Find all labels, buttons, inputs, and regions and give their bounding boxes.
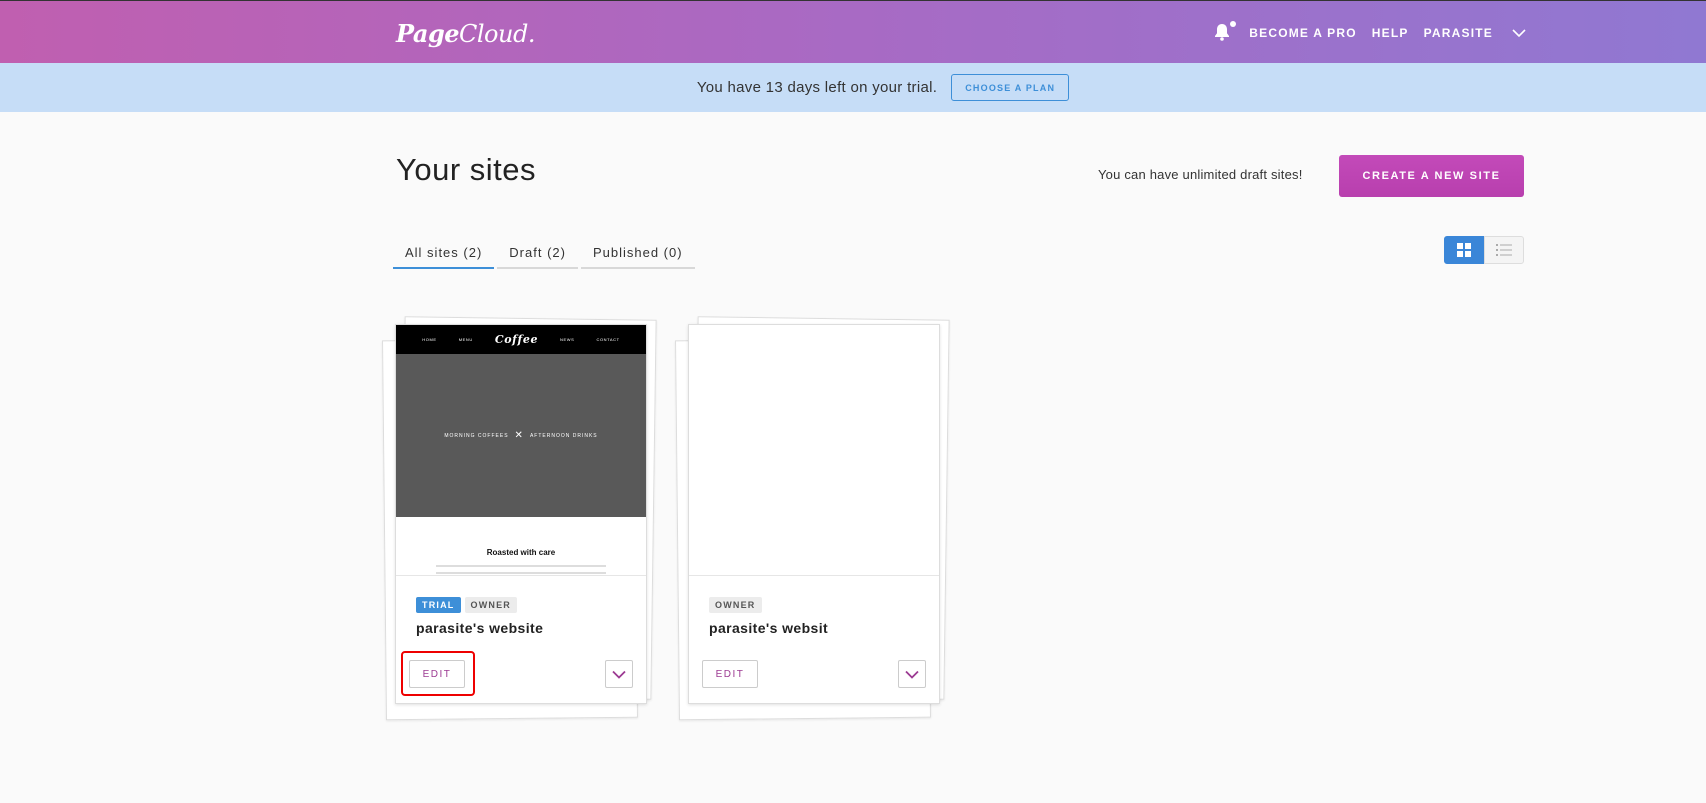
bell-icon[interactable] xyxy=(1214,20,1237,43)
thumb-brand-logo: Coffee xyxy=(494,333,539,346)
create-new-site-button[interactable]: CREATE A NEW SITE xyxy=(1339,155,1524,197)
unlimited-drafts-note: You can have unlimited draft sites! xyxy=(1098,167,1303,182)
site-card-body: HOME MENU Coffee NEWS CONTACT MORNING CO… xyxy=(395,324,647,704)
site-card: OWNER parasite's websit EDIT xyxy=(675,316,950,721)
site-options-button[interactable] xyxy=(605,660,633,688)
thumb-nav-item: CONTACT xyxy=(596,337,620,342)
chevron-down-icon[interactable] xyxy=(1512,28,1526,38)
thumb-body-text xyxy=(436,565,606,574)
tab-draft[interactable]: Draft (2) xyxy=(497,238,578,269)
trial-banner: You have 13 days left on your trial. CHO… xyxy=(0,63,1706,112)
owner-badge: OWNER xyxy=(709,597,762,613)
list-view-icon xyxy=(1496,244,1512,256)
site-badges: TRIAL OWNER xyxy=(416,597,517,613)
thumbnail-hero: MORNING COFFEES ✕ AFTERNOON DRINKS xyxy=(396,354,646,517)
help-link[interactable]: HELP xyxy=(1372,26,1409,40)
notification-dot xyxy=(1230,20,1237,27)
site-thumbnail[interactable]: HOME MENU Coffee NEWS CONTACT MORNING CO… xyxy=(396,325,646,576)
site-card-body: OWNER parasite's websit EDIT xyxy=(688,324,940,704)
header-nav: BECOME A PRO HELP PARASITE xyxy=(1214,1,1526,64)
grid-view-button[interactable] xyxy=(1444,236,1484,264)
page-title: Your sites xyxy=(396,152,536,187)
user-menu-link[interactable]: PARASITE xyxy=(1424,26,1493,40)
site-options-button[interactable] xyxy=(898,660,926,688)
site-thumbnail[interactable] xyxy=(689,325,939,576)
site-badges: OWNER xyxy=(709,597,762,613)
chevron-down-icon xyxy=(905,670,919,679)
trial-badge: TRIAL xyxy=(416,597,461,613)
thumb-nav-item: MENU xyxy=(458,337,473,342)
pagecloud-logo[interactable]: PageCloud. xyxy=(396,19,535,48)
thumb-heading: Roasted with care xyxy=(486,548,556,557)
list-view-button[interactable] xyxy=(1484,236,1524,264)
trial-message: You have 13 days left on your trial. xyxy=(696,79,938,96)
site-name: parasite's websit xyxy=(709,620,829,636)
thumb-nav-item: NEWS xyxy=(560,337,575,342)
thumb-hero-left: MORNING COFFEES xyxy=(444,432,509,439)
thumb-hero-right: AFTERNOON DRINKS xyxy=(529,432,598,439)
tab-published[interactable]: Published (0) xyxy=(580,238,695,269)
site-card: HOME MENU Coffee NEWS CONTACT MORNING CO… xyxy=(382,316,657,721)
view-toggle xyxy=(1444,236,1524,264)
top-navbar: PageCloud. BECOME A PRO HELP PARASITE xyxy=(0,0,1706,63)
thumb-nav-item: HOME xyxy=(422,337,437,342)
grid-view-icon xyxy=(1457,243,1471,257)
tab-all-sites[interactable]: All sites (2) xyxy=(393,238,495,269)
owner-badge: OWNER xyxy=(464,597,517,613)
thumbnail-nav: HOME MENU Coffee NEWS CONTACT xyxy=(396,325,646,354)
edit-site-button[interactable]: EDIT xyxy=(702,660,758,688)
choose-plan-button[interactable]: CHOOSE A PLAN xyxy=(951,74,1070,101)
thumb-hero-separator: ✕ xyxy=(514,430,524,441)
edit-site-button[interactable]: EDIT xyxy=(409,660,465,688)
site-name: parasite's website xyxy=(416,620,544,636)
become-pro-link[interactable]: BECOME A PRO xyxy=(1249,26,1357,40)
chevron-down-icon xyxy=(612,670,626,679)
site-filter-tabs: All sites (2) Draft (2) Published (0) xyxy=(393,238,695,269)
